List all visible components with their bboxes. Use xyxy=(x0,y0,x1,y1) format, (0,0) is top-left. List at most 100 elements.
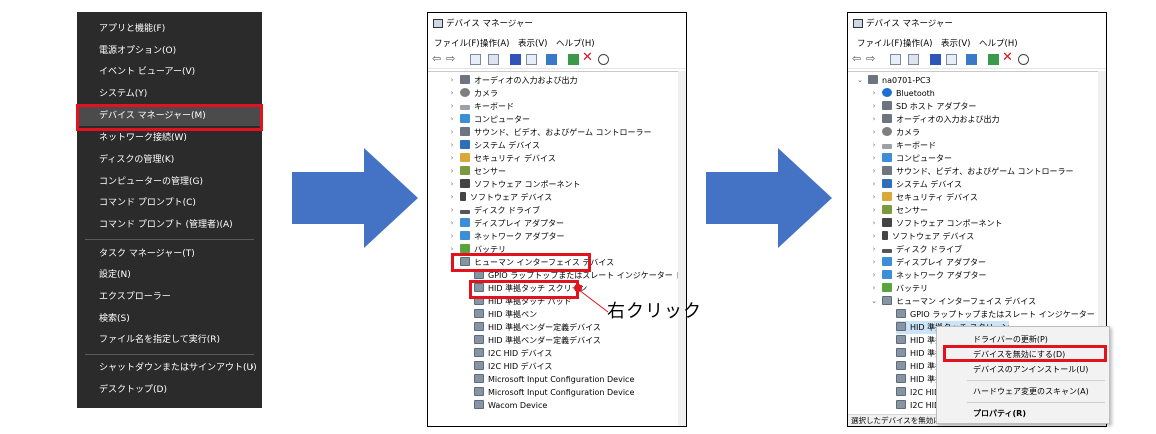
menu-bar: ファイル(F) 操作(A) 表示(V) ヘルプ(H) xyxy=(428,37,686,51)
menu-item-power-options[interactable]: 電源オプション(O) xyxy=(77,41,262,61)
show-hide-tree-icon[interactable] xyxy=(890,54,901,65)
menu-item-explorer[interactable]: エクスプローラー xyxy=(77,287,262,307)
tree-item[interactable]: › セキュリティ デバイス xyxy=(451,152,556,165)
tree-item[interactable]: › システム デバイス xyxy=(451,139,540,152)
tree-item[interactable]: › ネットワーク アダプター xyxy=(873,269,987,282)
uninstall-icon[interactable]: ✕ xyxy=(582,51,593,65)
tree-item[interactable]: › バッテリ xyxy=(873,282,928,295)
winx-menu: アプリと機能(F) 電源オプション(O) イベント ビューアー(V) システム(… xyxy=(77,12,262,408)
menu-view[interactable]: 表示(V) xyxy=(941,37,970,51)
tree-item[interactable]: Microsoft Input Configuration Device xyxy=(474,373,634,386)
menu-item-system[interactable]: システム(Y) xyxy=(77,84,262,104)
tree-item[interactable]: › ネットワーク アダプター xyxy=(451,230,565,243)
menu-item-computer-management[interactable]: コンピューターの管理(G) xyxy=(77,172,262,192)
view-icon[interactable] xyxy=(526,54,537,65)
tree-item[interactable]: › キーボード xyxy=(873,139,936,152)
scan-hardware-icon[interactable] xyxy=(966,54,977,65)
menu-action[interactable]: 操作(A) xyxy=(903,37,932,51)
update-driver-icon[interactable] xyxy=(988,54,999,65)
tree-item[interactable]: I2C HID デバイス xyxy=(474,360,552,373)
tree-item[interactable]: › ソフトウェア コンポーネント xyxy=(873,217,1003,230)
properties-icon[interactable] xyxy=(488,54,499,65)
forward-icon[interactable]: ⇨ xyxy=(866,52,877,65)
tree-item[interactable]: HID 準拠ペン xyxy=(474,308,537,321)
menu-item-settings[interactable]: 設定(N) xyxy=(77,265,262,285)
tree-item[interactable]: › ソフトウェア デバイス xyxy=(873,230,974,243)
tree-item[interactable]: › カメラ xyxy=(451,87,498,100)
tree-item[interactable]: › サウンド、ビデオ、およびゲーム コントローラー xyxy=(451,126,652,139)
tree-item[interactable]: › Bluetooth xyxy=(873,87,935,100)
tree-item[interactable]: › ソフトウェア デバイス xyxy=(451,191,552,204)
show-hide-tree-icon[interactable] xyxy=(470,54,481,65)
menu-item-command-prompt[interactable]: コマンド プロンプト(C) xyxy=(77,193,262,213)
toolbar: ⇦ ⇨ ✕ xyxy=(848,51,1106,69)
menu-item-event-viewer[interactable]: イベント ビューアー(V) xyxy=(77,62,262,82)
menu-item-search[interactable]: 検索(S) xyxy=(77,309,262,329)
properties-icon[interactable] xyxy=(908,54,919,65)
tree-item[interactable]: › ディスク ドライブ xyxy=(451,204,540,217)
tree-item[interactable]: › ディスプレイ アダプター xyxy=(451,217,564,230)
tree-item[interactable]: I2C HID デバイス xyxy=(474,347,552,360)
tree-item[interactable]: HID 準拠ベンダー定義デバイス xyxy=(474,334,601,347)
context-item-uninstall-device[interactable]: デバイスのアンインストール(U) xyxy=(937,362,1109,377)
tree-item[interactable]: › センサー xyxy=(451,165,506,178)
tree-item[interactable]: HID 準拠ベンダー定義デバイス xyxy=(474,321,601,334)
menu-file[interactable]: ファイル(F) xyxy=(857,37,903,51)
context-item-properties[interactable]: プロパティ(R) xyxy=(937,406,1109,421)
help-icon[interactable] xyxy=(930,54,941,65)
tree-root-computer[interactable]: ⌄ na0701-PC3 xyxy=(857,74,931,87)
menu-separator xyxy=(85,239,254,240)
menu-item-shutdown-signout[interactable]: シャットダウンまたはサインアウト(U) › xyxy=(77,358,262,378)
back-icon[interactable]: ⇦ xyxy=(432,52,443,65)
device-manager-icon xyxy=(433,19,443,28)
menu-item-apps-features[interactable]: アプリと機能(F) xyxy=(77,19,262,39)
menu-item-command-prompt-admin[interactable]: コマンド プロンプト (管理者)(A) xyxy=(77,215,262,235)
tree-item[interactable]: › サウンド、ビデオ、およびゲーム コントローラー xyxy=(873,165,1074,178)
tree-item[interactable]: Microsoft Input Configuration Device xyxy=(474,386,634,399)
menu-item-disk-management[interactable]: ディスクの管理(K) xyxy=(77,150,262,170)
update-driver-icon[interactable] xyxy=(568,54,579,65)
menu-view[interactable]: 表示(V) xyxy=(518,37,547,51)
tree-item-hid-category[interactable]: ⌄ ヒューマン インターフェイス デバイス xyxy=(871,295,1036,308)
tree-item[interactable]: › センサー xyxy=(873,204,928,217)
context-item-scan-hardware[interactable]: ハードウェア変更のスキャン(A) xyxy=(937,384,1109,399)
tree-item[interactable]: I2C HID xyxy=(896,399,940,412)
tree-item[interactable]: › オーディオの入力および出力 xyxy=(873,113,999,126)
tree-item[interactable]: › ディスプレイ アダプター xyxy=(873,256,986,269)
menu-action[interactable]: 操作(A) xyxy=(480,37,509,51)
tree-item[interactable]: › ソフトウェア コンポーネント xyxy=(451,178,581,191)
scan-hardware-icon[interactable] xyxy=(546,54,557,65)
menu-item-task-manager[interactable]: タスク マネージャー(T) xyxy=(77,244,262,264)
menu-item-desktop[interactable]: デスクトップ(D) xyxy=(77,380,262,400)
menu-bar: ファイル(F) 操作(A) 表示(V) ヘルプ(H) xyxy=(848,37,1106,51)
tree-item[interactable]: Wacom Device xyxy=(474,399,547,412)
tree-item[interactable]: GPIO ラップトップまたはスレート インジケーター ドライバー xyxy=(896,308,1106,321)
highlight-box-hid-category xyxy=(451,253,591,272)
vertical-scrollbar[interactable] xyxy=(678,71,686,426)
tree-item[interactable]: › キーボード xyxy=(451,100,514,113)
tree-item[interactable]: › カメラ xyxy=(873,126,920,139)
help-icon[interactable] xyxy=(510,54,521,65)
device-manager-window: デバイス マネージャー ファイル(F) 操作(A) 表示(V) ヘルプ(H) ⇦… xyxy=(427,12,687,427)
back-icon[interactable]: ⇦ xyxy=(852,52,863,65)
menu-help[interactable]: ヘルプ(H) xyxy=(979,37,1018,51)
view-icon[interactable] xyxy=(946,54,957,65)
forward-icon[interactable]: ⇨ xyxy=(446,52,457,65)
disable-icon[interactable] xyxy=(598,54,609,65)
menu-item-run[interactable]: ファイル名を指定して実行(R) xyxy=(77,330,262,350)
uninstall-icon[interactable]: ✕ xyxy=(1002,51,1013,65)
tree-item[interactable]: › コンピューター xyxy=(873,152,952,165)
menu-help[interactable]: ヘルプ(H) xyxy=(556,37,595,51)
context-menu: ドライバーの更新(P) デバイスを無効にする(D) デバイスのアンインストール(… xyxy=(936,326,1110,424)
tree-item[interactable]: › SD ホスト アダプター xyxy=(873,100,976,113)
tree-item[interactable]: › ディスク ドライブ xyxy=(873,243,962,256)
tree-item[interactable]: › システム デバイス xyxy=(873,178,962,191)
tree-item[interactable]: › オーディオの入力および出力 xyxy=(451,74,577,87)
tree-item[interactable]: › セキュリティ デバイス xyxy=(873,191,978,204)
menu-separator xyxy=(85,354,254,355)
tree-item[interactable]: › コンピューター xyxy=(451,113,530,126)
menu-item-network-connections[interactable]: ネットワーク接続(W) xyxy=(77,128,262,148)
disable-icon[interactable] xyxy=(1018,54,1029,65)
tree-item[interactable]: I2C HID xyxy=(896,386,940,399)
menu-file[interactable]: ファイル(F) xyxy=(434,37,480,51)
